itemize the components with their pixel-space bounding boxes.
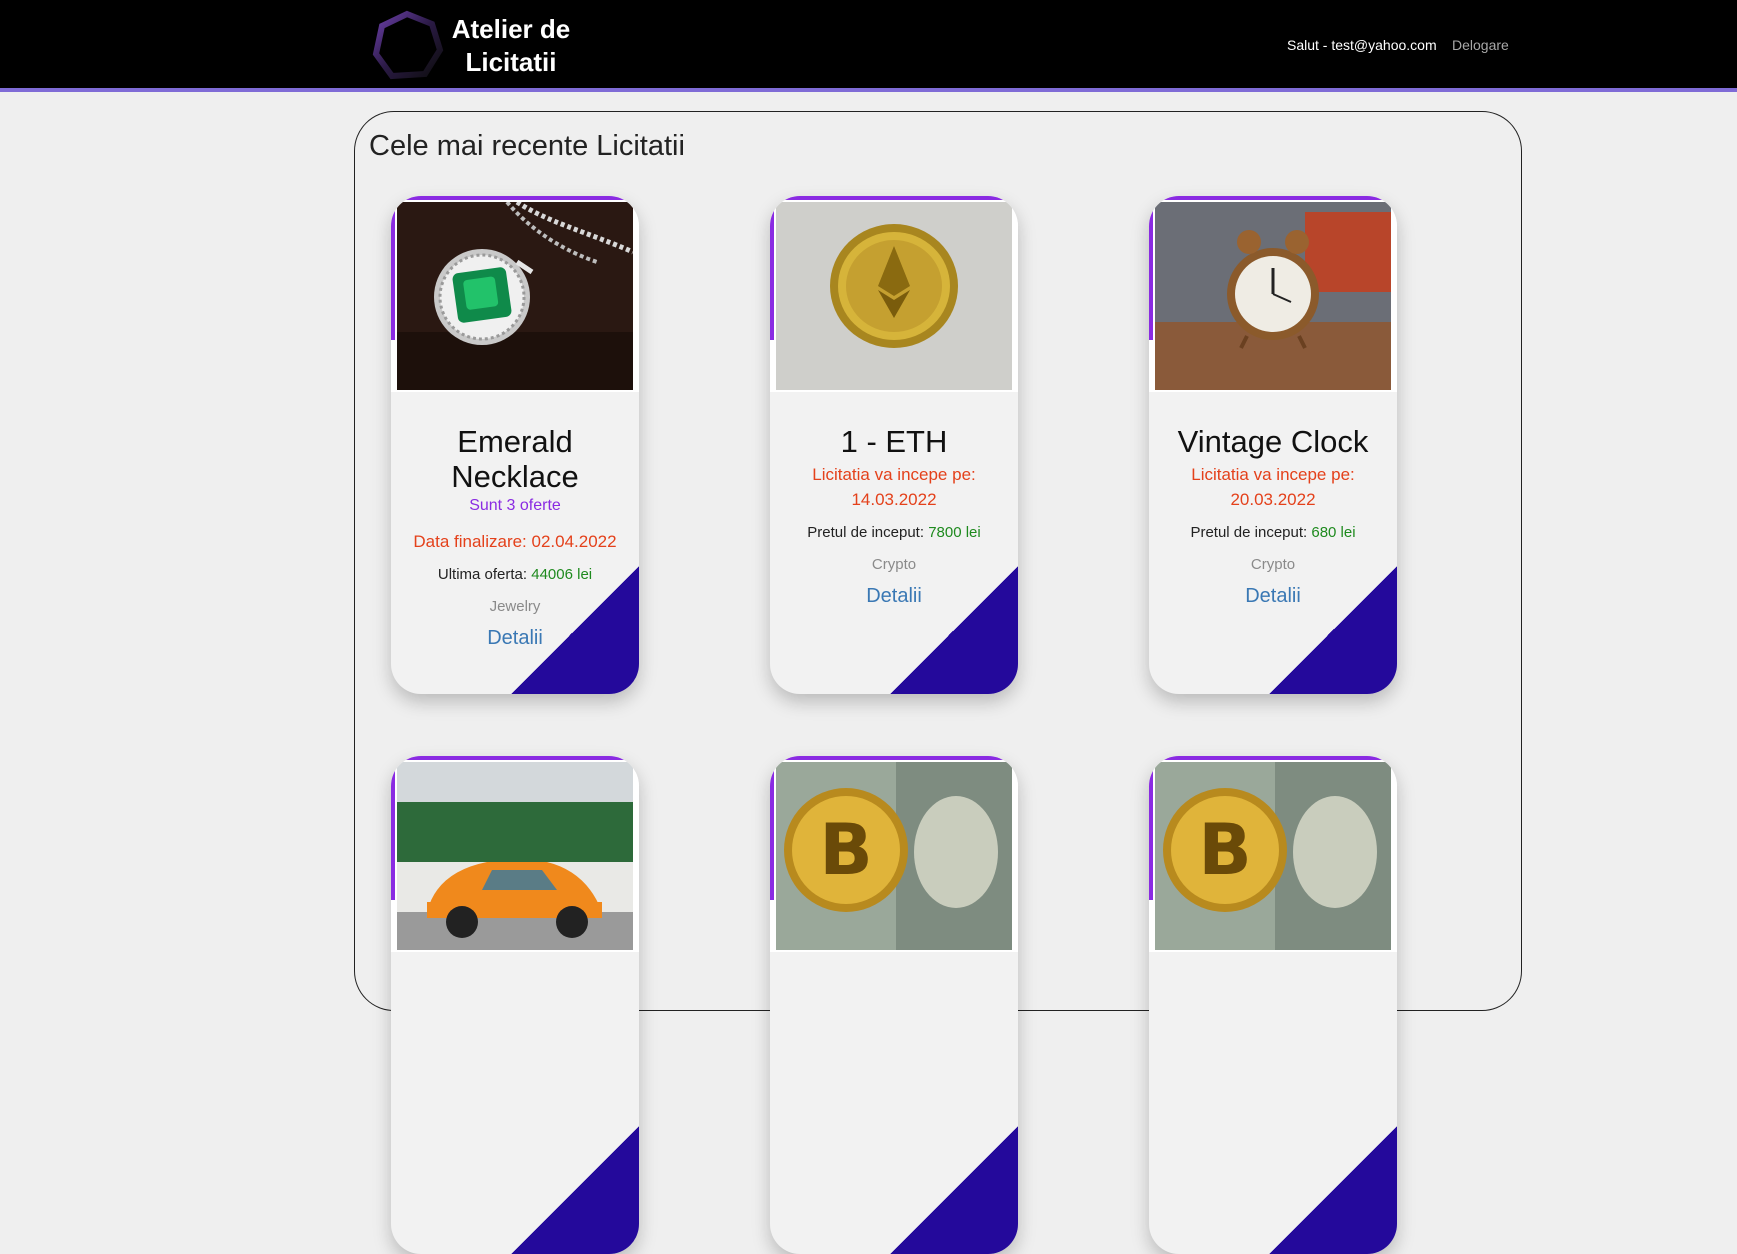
ethereum-coin-image[interactable] (776, 202, 1012, 390)
orange-beetle-car-image[interactable] (397, 762, 633, 950)
offers-count: Sunt 3 oferte (469, 497, 561, 514)
price-value: 44006 lei (531, 566, 593, 583)
card-title: Vintage Clock (1177, 424, 1369, 459)
price-row: Pretul de inceput: 680 lei (1149, 524, 1397, 541)
card-image-frame (1149, 196, 1397, 392)
price-label: Pretul de inceput: (1190, 524, 1308, 541)
price-label: Ultima oferta: (437, 566, 528, 583)
details-link[interactable]: Detalii (391, 627, 639, 650)
details-link[interactable]: Detalii (770, 585, 1018, 608)
start-date-label: Licitatia va incepe pe: (1191, 465, 1355, 484)
auction-card: Emerald Necklace Sunt 3 oferte Data fina… (391, 196, 639, 694)
svg-text:B: B (1198, 809, 1251, 891)
auction-card: 1 - ETH Licitatia va incepe pe: 14.03.20… (770, 196, 1018, 694)
card-corner-decoration (890, 1126, 1018, 1254)
auction-card: B (1149, 756, 1397, 1254)
card-image-frame (391, 756, 639, 952)
price-row: Ultima oferta: 44006 lei (391, 566, 639, 583)
card-image-frame (391, 196, 639, 392)
heptagon-logo-icon[interactable] (370, 10, 444, 80)
category-label: Jewelry (489, 598, 541, 615)
start-date-label: Licitatia va incepe pe: (812, 465, 976, 484)
top-navbar: Atelier de Licitatii Salut - test@yahoo.… (0, 0, 1737, 92)
svg-text:B: B (819, 809, 872, 891)
bitcoin-dollar-image[interactable]: B (776, 762, 1012, 950)
emerald-necklace-image[interactable] (397, 202, 633, 390)
brand-line-2: Licitatii (465, 47, 557, 77)
auction-card: Vintage Clock Licitatia va incepe pe: 20… (1149, 196, 1397, 694)
category-label: Crypto (871, 556, 917, 573)
end-date: Data finalizare: 02.04.2022 (413, 532, 617, 551)
auction-card (391, 756, 639, 1254)
start-date-value: 14.03.2022 (851, 490, 937, 509)
page-title: Cele mai recente Licitatii (369, 130, 685, 162)
alarm-clock-image[interactable] (1155, 202, 1391, 390)
price-label: Pretul de inceput: (807, 524, 925, 541)
card-image-frame (770, 196, 1018, 392)
bitcoin-dollar-image[interactable]: B (1155, 762, 1391, 950)
card-corner-decoration (511, 1126, 639, 1254)
card-image-frame: B (1149, 756, 1397, 952)
category-label: Crypto (1250, 556, 1296, 573)
price-value: 680 lei (1311, 524, 1356, 541)
card-corner-decoration (1269, 1126, 1397, 1254)
details-link[interactable]: Detalii (1149, 585, 1397, 608)
card-image-frame: B (770, 756, 1018, 952)
start-date-value: 20.03.2022 (1230, 490, 1316, 509)
user-greeting: Salut - test@yahoo.com (1287, 37, 1437, 53)
brand-name[interactable]: Atelier de Licitatii (446, 13, 576, 79)
logout-link[interactable]: Delogare (1452, 37, 1509, 53)
card-title: 1 - ETH (840, 424, 948, 459)
price-value: 7800 lei (928, 524, 981, 541)
auction-card: B (770, 756, 1018, 1254)
brand-line-1: Atelier de (451, 14, 571, 44)
price-row: Pretul de inceput: 7800 lei (770, 524, 1018, 541)
card-title: Emerald Necklace (451, 424, 579, 494)
